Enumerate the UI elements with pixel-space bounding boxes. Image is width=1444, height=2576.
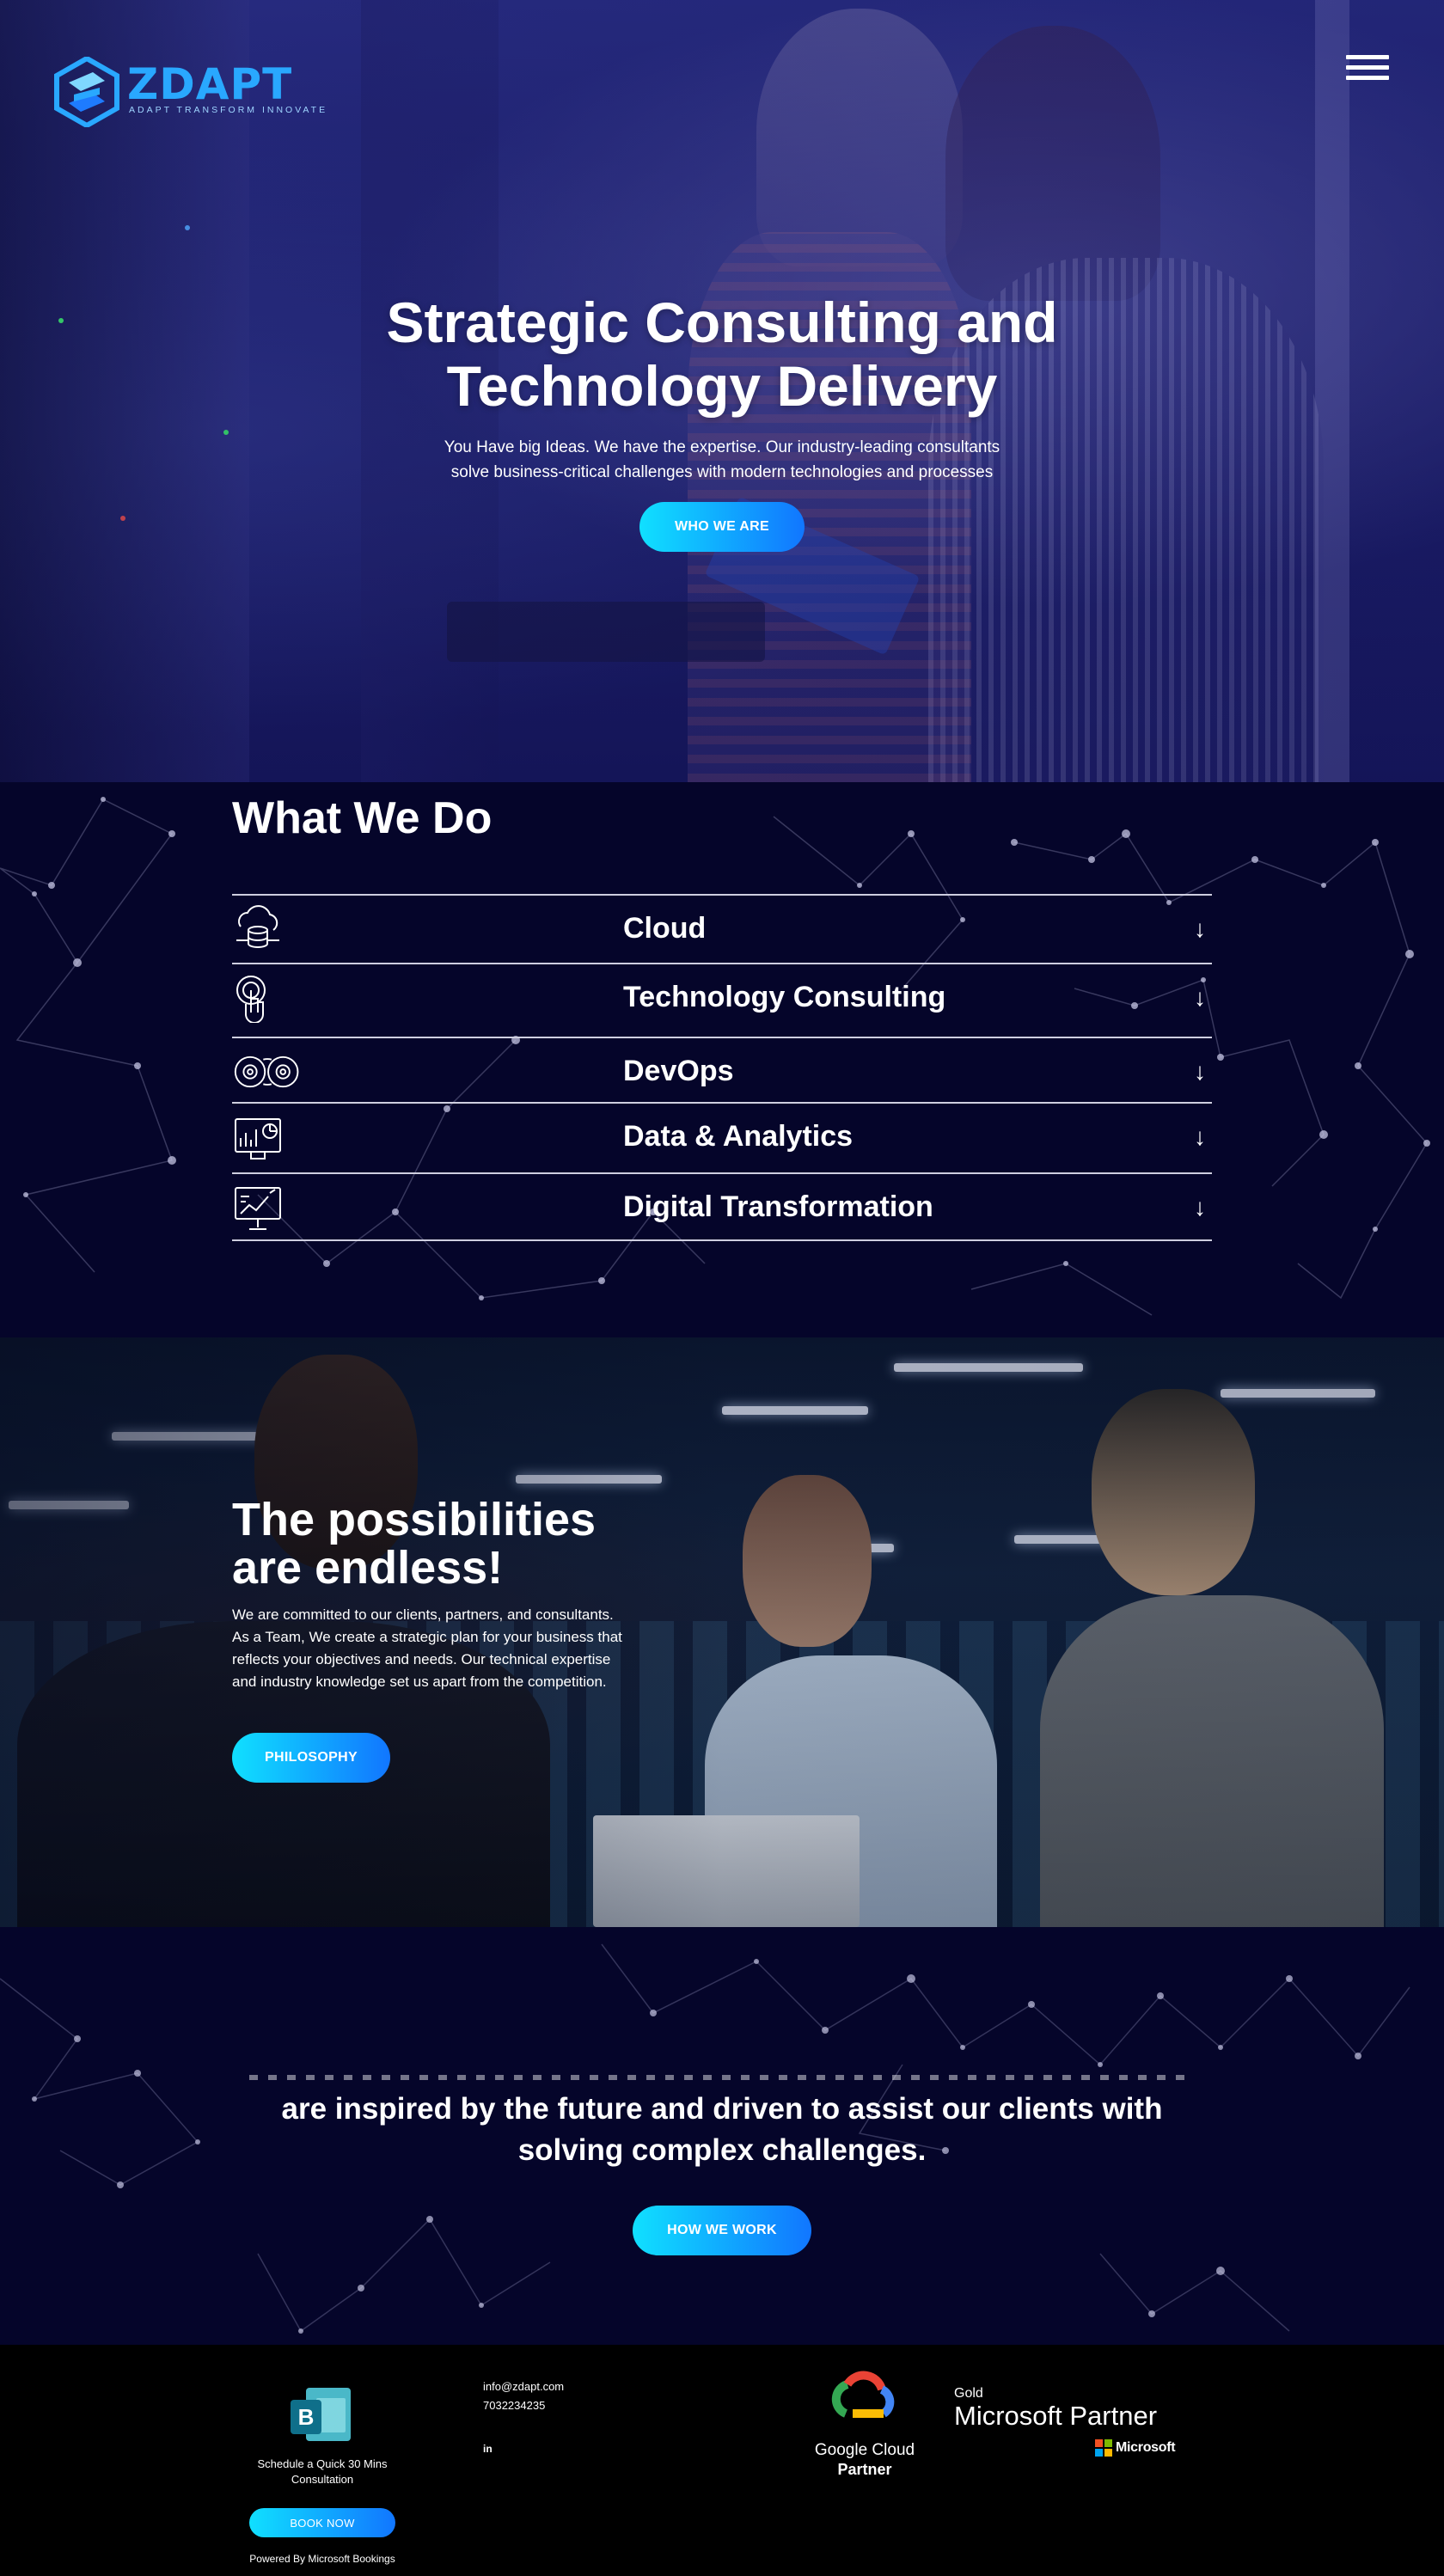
service-label: DevOps — [623, 1055, 734, 1087]
ms-gold-label: Gold — [954, 2386, 983, 2401]
possibilities-overlay — [0, 1337, 1444, 1927]
chevron-down-icon[interactable]: ↓ — [1188, 1193, 1212, 1222]
cloud-database-icon — [236, 905, 279, 948]
email-link[interactable]: info@zdapt.com — [483, 2379, 564, 2395]
linkedin-icon[interactable]: in — [483, 2441, 493, 2457]
microsoft-bookings-logo: B — [291, 2388, 351, 2441]
hero-subtitle-line: solve business-critical challenges with … — [450, 463, 994, 481]
what-we-do-title: What We Do — [232, 793, 493, 843]
mission-section: are inspired by the future and driven to… — [0, 1927, 1444, 2345]
brand-tagline: ADAPT TRANSFORM INNOVATE — [129, 105, 328, 115]
chevron-down-icon[interactable]: ↓ — [1188, 915, 1212, 944]
gears-cycle-icon — [234, 1055, 299, 1088]
hero-subtitle: You Have big Ideas. We have the expertis… — [378, 435, 1066, 485]
booking-caption-line: Consultation — [291, 2473, 354, 2486]
analytics-dashboard-icon — [235, 1118, 281, 1160]
possibilities-title-line: The possibilities — [232, 1494, 597, 1545]
chevron-down-icon[interactable]: ↓ — [1188, 1123, 1212, 1152]
services-accordion: Cloud ↓ Technology Consulting ↓ DevOps ↓… — [232, 894, 1212, 1241]
ms-partner-label: Microsoft Partner — [954, 2401, 1158, 2431]
mission-line: are inspired by the future and driven to… — [281, 2092, 1163, 2126]
service-label: Technology Consulting — [623, 981, 946, 1013]
service-label: Digital Transformation — [623, 1190, 933, 1223]
clipped-text-remnant — [249, 2075, 1195, 2082]
hero-section: ZDAPT ADAPT TRANSFORM INNOVATE Strategic… — [0, 0, 1444, 782]
service-label: Cloud — [623, 912, 707, 945]
powered-by-text: Powered By Microsoft Bookings — [249, 2553, 395, 2565]
hamburger-icon — [1346, 55, 1389, 59]
google-cloud-partner-text: Google Cloud Partner — [791, 2441, 939, 2480]
chevron-down-icon[interactable]: ↓ — [1188, 983, 1212, 1013]
microsoft-windows-icon — [1095, 2439, 1112, 2457]
book-now-button[interactable]: BOOK NOW — [249, 2508, 395, 2537]
hero-title-line: Technology Delivery — [446, 354, 998, 418]
what-we-do-section: What We Do Cloud ↓ Technology Consulting — [0, 782, 1444, 1337]
brand-logo[interactable]: ZDAPT ADAPT TRANSFORM INNOVATE — [53, 57, 325, 127]
service-item-cloud[interactable]: Cloud ↓ — [232, 894, 1212, 963]
svg-text:B: B — [298, 2404, 315, 2430]
microsoft-partner-badge: Gold Microsoft Partner Microsoft — [954, 2386, 1178, 2457]
hero-subtitle-line: You Have big Ideas. We have the expertis… — [444, 438, 1000, 456]
hamburger-menu-button[interactable] — [1346, 55, 1389, 83]
who-we-are-button[interactable]: WHO WE ARE — [639, 502, 805, 552]
google-cloud-line: Google Cloud — [814, 2441, 915, 2459]
possibilities-section: The possibilities are endless! We are co… — [0, 1337, 1444, 1927]
possibilities-text: We are committed to our clients, partner… — [232, 1606, 622, 1690]
brand-name: ZDAPT — [127, 59, 293, 109]
service-item-technology-consulting[interactable]: Technology Consulting ↓ — [232, 963, 1212, 1037]
service-item-digital-transformation[interactable]: Digital Transformation ↓ — [232, 1172, 1212, 1241]
possibilities-title: The possibilities are endless! — [232, 1496, 679, 1592]
service-item-data-analytics[interactable]: Data & Analytics ↓ — [232, 1102, 1212, 1172]
possibilities-title-line: are endless! — [232, 1542, 504, 1594]
microsoft-logo: Microsoft — [1095, 2439, 1176, 2457]
phone-link[interactable]: 7032234235 — [483, 2398, 545, 2414]
digital-board-icon — [235, 1187, 281, 1230]
service-label: Data & Analytics — [623, 1120, 854, 1153]
site-footer: B Schedule a Quick 30 Mins Consultation … — [0, 2345, 1444, 2576]
mission-line: solving complex challenges. — [517, 2133, 927, 2167]
chevron-down-icon[interactable]: ↓ — [1188, 1057, 1212, 1086]
hero-title-line: Strategic Consulting and — [386, 291, 1058, 354]
google-partner-line: Partner — [837, 2461, 892, 2478]
booking-caption: Schedule a Quick 30 Mins Consultation — [223, 2457, 421, 2487]
hero-title: Strategic Consulting and Technology Deli… — [206, 291, 1238, 418]
google-cloud-icon — [831, 2371, 895, 2418]
how-we-work-button[interactable]: HOW WE WORK — [633, 2206, 811, 2255]
philosophy-button[interactable]: PHILOSOPHY — [232, 1733, 390, 1783]
microsoft-wordmark: Microsoft — [1116, 2440, 1176, 2455]
booking-caption-line: Schedule a Quick 30 Mins — [257, 2457, 388, 2470]
zdapt-logo-icon — [54, 57, 119, 127]
touch-target-icon — [236, 976, 266, 1023]
mission-statement: are inspired by the future and driven to… — [215, 2089, 1229, 2171]
service-item-devops[interactable]: DevOps ↓ — [232, 1037, 1212, 1102]
